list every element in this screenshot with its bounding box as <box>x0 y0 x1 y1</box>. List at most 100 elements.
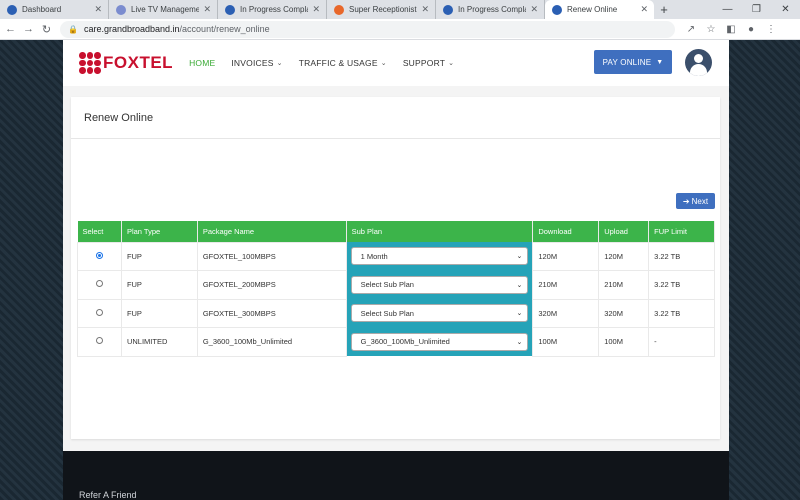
tab-close-icon[interactable]: ✕ <box>94 4 102 15</box>
pay-online-button[interactable]: PAY ONLINE ▼ <box>594 50 672 74</box>
table-row: FUP GFOXTEL_300MBPS Select Sub Plan ⌄ 320M 32… <box>77 298 715 328</box>
address-bar[interactable]: 🔒 care.grandbroadband.in/account/renew_o… <box>60 20 675 38</box>
sub-plan-cell: G_3600_100Mb_Unlimited ⌄ <box>346 327 533 356</box>
refer-a-friend-link[interactable]: Refer A Friend <box>79 490 137 500</box>
select-cell <box>77 241 122 271</box>
next-button[interactable]: ➔ Next <box>676 193 715 209</box>
tab-favicon-icon <box>116 4 126 15</box>
upload-cell: 320M <box>598 298 650 328</box>
renew-card: Renew Online ➔ Next Select Plan Type Packa… <box>71 97 720 439</box>
column-header: Package Name <box>197 221 347 242</box>
menu-item-home[interactable]: HOME <box>189 58 215 68</box>
page-title: Renew Online <box>84 112 154 124</box>
browser-tab[interactable]: Renew Online ✕ <box>545 0 654 19</box>
back-icon[interactable]: ← <box>3 23 18 35</box>
tab-favicon-icon <box>443 4 453 15</box>
restore-icon[interactable]: ❐ <box>742 0 771 19</box>
tab-close-icon[interactable]: ✕ <box>312 4 320 15</box>
url-path: /account/renew_online <box>179 24 270 34</box>
close-window-icon[interactable]: ✕ <box>771 0 800 19</box>
fup-limit-cell: 3.22 TB <box>648 270 715 300</box>
upload-cell: 100M <box>598 327 650 357</box>
plan-type-cell: FUP <box>120 241 198 271</box>
package-name-cell: GFOXTEL_300MBPS <box>196 298 347 328</box>
table-row: FUP GFOXTEL_200MBPS Select Sub Plan ⌄ 210M 21… <box>77 270 715 300</box>
tab-favicon-icon <box>552 4 562 15</box>
menu-item-traffic-usage[interactable]: TRAFFIC & USAGE ⌄ <box>299 58 387 68</box>
new-tab-button[interactable]: + <box>654 0 674 19</box>
chevron-down-icon: ▼ <box>656 58 664 66</box>
plan-radio[interactable] <box>95 337 103 345</box>
menu-item-support[interactable]: SUPPORT ⌄ <box>403 58 454 68</box>
page: FOXTEL HOME INVOICES ⌄ TRAFFIC & USAGE ⌄ SUPP… <box>0 40 800 500</box>
sub-plan-select[interactable]: 1 Month ⌄ <box>350 247 529 266</box>
package-name-cell: G_3600_100Mb_Unlimited <box>196 327 347 357</box>
sub-plan-value: 1 Month <box>360 251 388 261</box>
tab-label: Super Receptionist <box>349 5 417 14</box>
main-menu: HOME INVOICES ⌄ TRAFFIC & USAGE ⌄ SUPPORT ⌄ <box>189 58 470 68</box>
table-row: UNLIMITED G_3600_100Mb_Unlimited G_3600_10… <box>77 327 715 357</box>
browser-tab[interactable]: In Progress Complaints ✕ <box>436 0 545 19</box>
sub-plan-select[interactable]: Select Sub Plan ⌄ <box>350 304 529 323</box>
menu-item-label: TRAFFIC & USAGE <box>298 58 378 68</box>
browser-tab-strip: Dashboard✕Live TV Management-C✕In Progre… <box>0 0 800 19</box>
user-avatar[interactable] <box>685 49 712 76</box>
menu-item-label: INVOICES <box>231 58 274 68</box>
forward-icon[interactable]: → <box>21 23 36 35</box>
menu-dots-icon[interactable]: ⋮ <box>761 24 781 35</box>
chevron-down-icon: ⌄ <box>516 338 523 346</box>
download-cell: 120M <box>532 241 600 271</box>
plan-type-cell: FUP <box>120 270 198 300</box>
sub-plan-cell: Select Sub Plan ⌄ <box>346 270 533 299</box>
tab-close-icon[interactable]: ✕ <box>530 4 538 15</box>
select-cell <box>77 298 122 328</box>
browser-tab[interactable]: In Progress Complaints ✕ <box>218 0 327 19</box>
sub-plan-value: Select Sub Plan <box>360 308 414 318</box>
tab-label: Dashboard <box>22 5 62 14</box>
browser-tab[interactable]: Super Receptionist ✕ <box>327 0 436 19</box>
browser-tab[interactable]: Dashboard ✕ <box>0 0 109 19</box>
site-header: FOXTEL HOME INVOICES ⌄ TRAFFIC & USAGE ⌄ SUPP… <box>63 40 729 86</box>
tab-label: In Progress Complaints <box>458 5 526 14</box>
fup-limit-cell: 3.22 TB <box>648 241 715 271</box>
sub-plan-select[interactable]: G_3600_100Mb_Unlimited ⌄ <box>350 332 529 351</box>
column-header: Download <box>532 221 600 242</box>
next-label: Next <box>691 196 709 206</box>
divider <box>71 138 720 139</box>
browser-tab[interactable]: Live TV Management-C✕ <box>109 0 218 19</box>
download-cell: 100M <box>532 327 600 357</box>
table-body: FUP GFOXTEL_100MBPS 1 Month ⌄ 120M 120M 3.22 T… <box>77 241 715 357</box>
menu-item-label: HOME <box>189 58 216 68</box>
column-header: FUP Limit <box>648 221 715 242</box>
plan-radio[interactable] <box>95 280 103 288</box>
sidepanel-icon[interactable]: ◧ <box>721 24 741 35</box>
fup-limit-cell: - <box>648 327 715 357</box>
download-cell: 320M <box>532 298 600 328</box>
lock-icon: 🔒 <box>68 24 78 34</box>
tab-favicon-icon <box>334 4 344 15</box>
reload-icon[interactable]: ↻ <box>39 23 54 36</box>
menu-item-invoices[interactable]: INVOICES ⌄ <box>231 58 282 68</box>
tab-favicon-icon <box>7 4 17 15</box>
site-footer: Refer A Friend <box>63 451 729 500</box>
column-header: Upload <box>598 221 650 242</box>
profile-icon[interactable]: ● <box>741 24 761 35</box>
tab-close-icon[interactable]: ✕ <box>640 4 648 15</box>
star-icon[interactable]: ☆ <box>701 24 721 35</box>
plan-radio[interactable] <box>95 308 103 316</box>
plan-radio[interactable] <box>95 251 103 259</box>
minimize-icon[interactable]: — <box>713 0 742 19</box>
foxtel-logo[interactable]: FOXTEL <box>79 52 173 74</box>
tab-label: In Progress Complaints <box>240 5 308 14</box>
tab-close-icon[interactable]: ✕ <box>203 4 211 15</box>
tab-label: Renew Online <box>567 5 618 14</box>
package-name-cell: GFOXTEL_200MBPS <box>196 270 347 300</box>
tab-list: Dashboard✕Live TV Management-C✕In Progre… <box>0 0 654 19</box>
package-name-cell: GFOXTEL_100MBPS <box>196 241 347 271</box>
chevron-down-icon: ⌄ <box>380 60 387 67</box>
arrow-right-icon: ➔ <box>682 196 690 206</box>
sub-plan-select[interactable]: Select Sub Plan ⌄ <box>350 275 529 294</box>
chevron-down-icon: ⌄ <box>276 60 283 67</box>
tab-close-icon[interactable]: ✕ <box>421 4 429 15</box>
share-icon[interactable]: ↗ <box>681 24 701 35</box>
